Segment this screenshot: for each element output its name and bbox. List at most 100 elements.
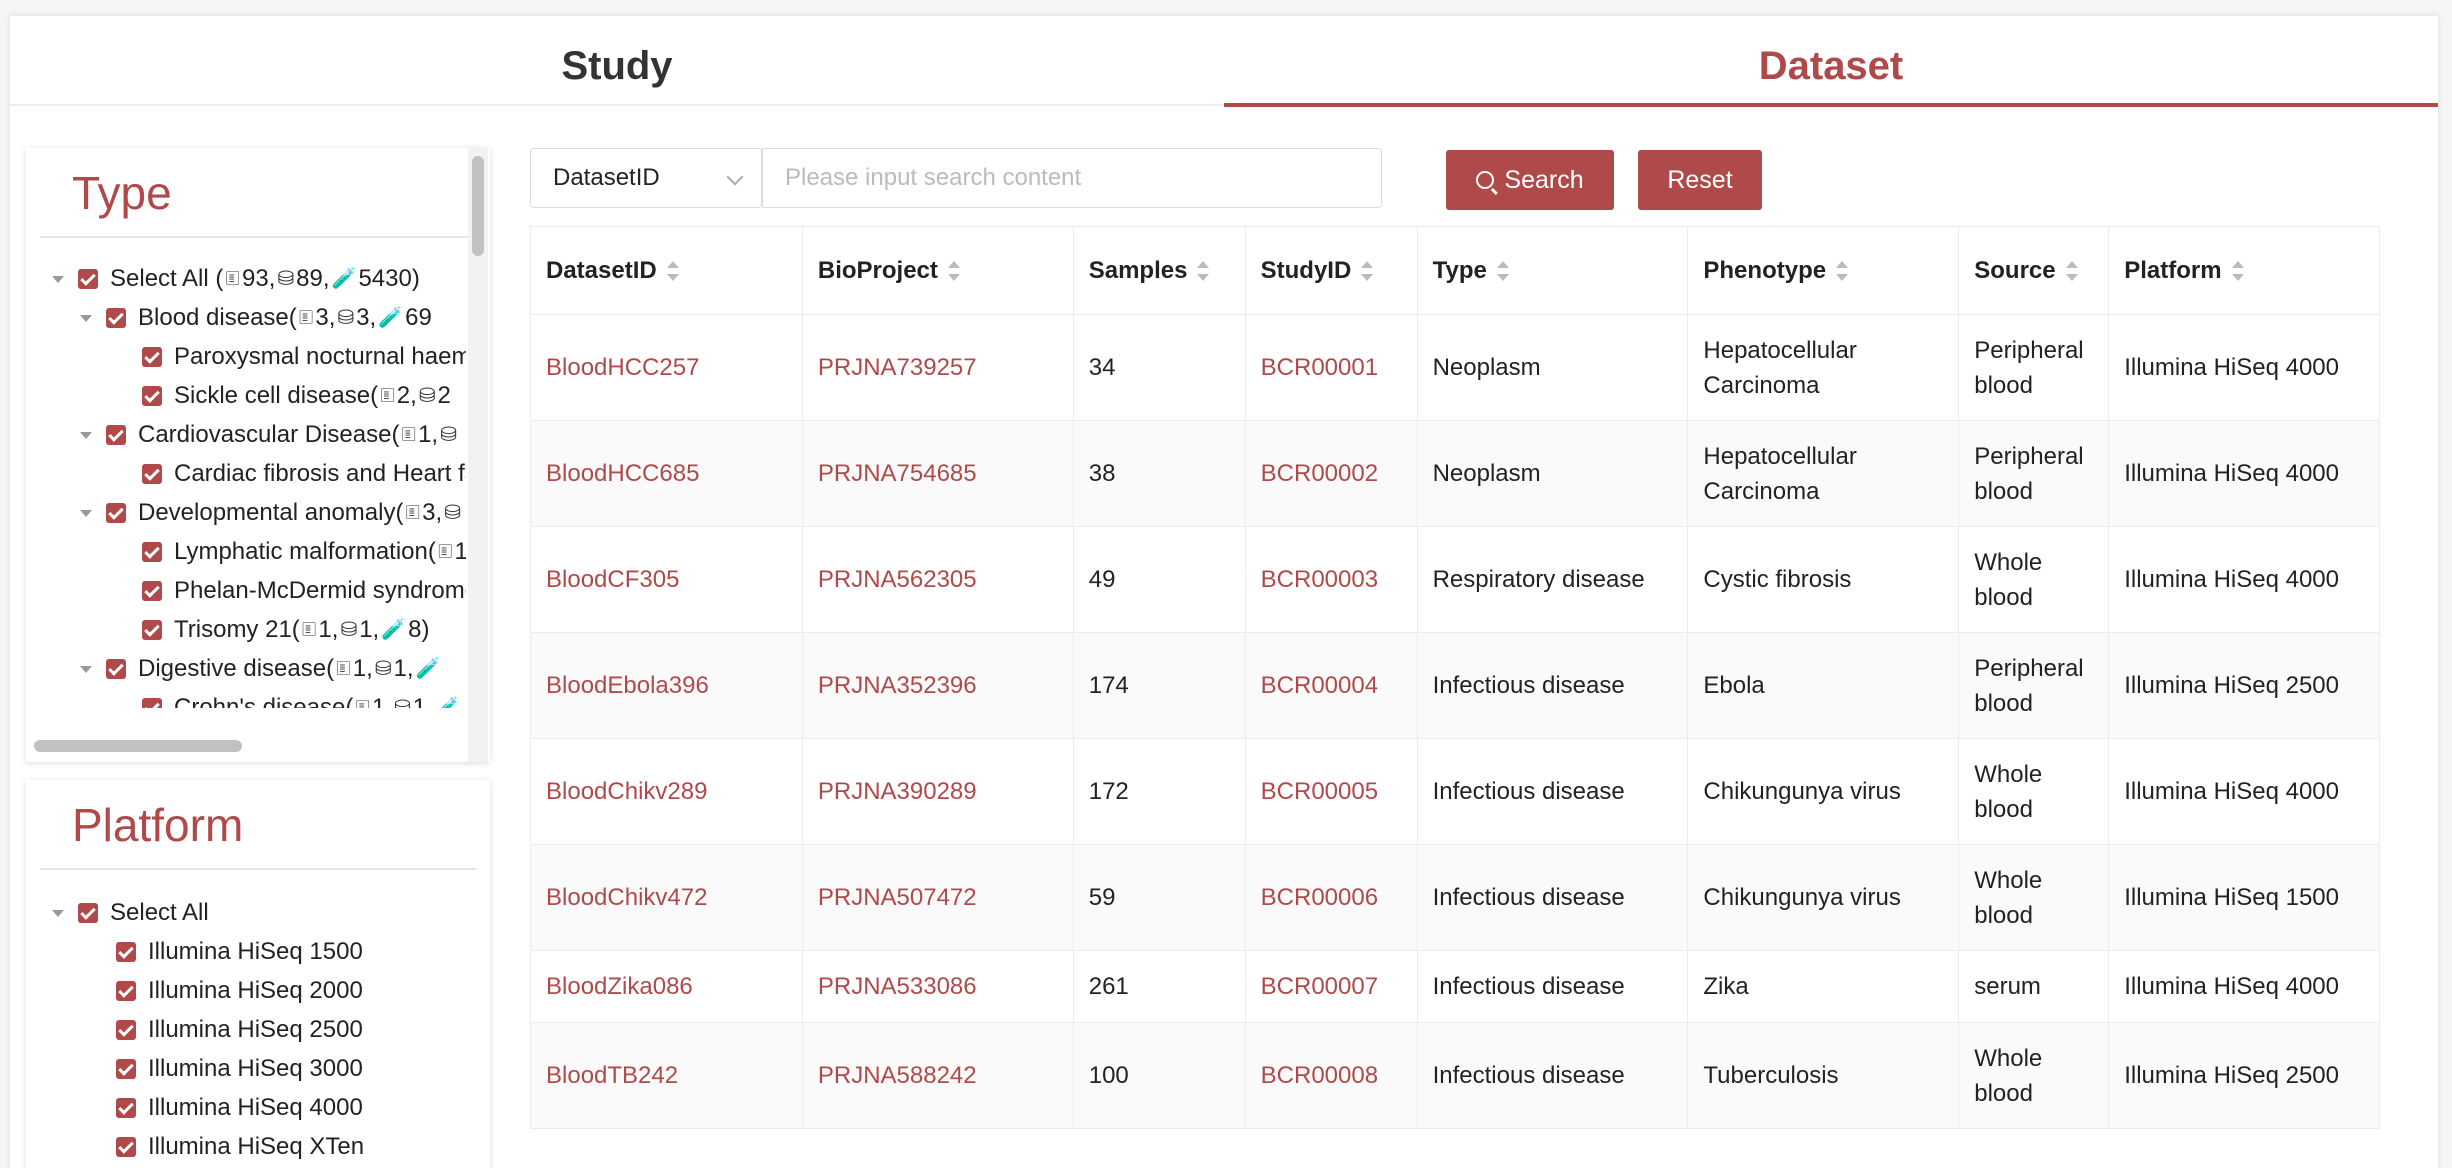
caret-down-icon[interactable]	[80, 665, 92, 673]
tree-node-crohns[interactable]: Crohn's disease( 🗉 1, ⛁ 1, 🧪	[142, 690, 462, 708]
sort-icon[interactable]	[1496, 260, 1509, 282]
checkbox[interactable]	[106, 425, 126, 445]
bioproject-link[interactable]: PRJNA562305	[818, 566, 977, 593]
caret-down-icon[interactable]	[80, 509, 92, 517]
tab-dataset[interactable]: Dataset	[1224, 16, 2438, 107]
column-header-studyid[interactable]: StudyID	[1244, 226, 1418, 315]
study-id-link[interactable]: BCR00002	[1261, 460, 1378, 487]
tree-node-sickle-cell[interactable]: Sickle cell disease( 🗉 2, ⛁ 2	[142, 378, 451, 414]
tree-node-digestive[interactable]: Digestive disease( 🗉 1, ⛁ 1, 🧪	[80, 651, 442, 687]
sort-icon[interactable]	[1361, 260, 1374, 282]
checkbox[interactable]	[116, 981, 136, 1001]
bioproject-link[interactable]: PRJNA352396	[818, 672, 977, 699]
caret-down-icon[interactable]	[52, 909, 64, 917]
phenotype-text: Cystic fibrosis	[1703, 566, 1852, 593]
column-header-bioproject[interactable]: BioProject	[801, 226, 1074, 315]
caret-down-icon[interactable]	[80, 431, 92, 439]
source-text: blood	[1974, 1079, 2033, 1107]
study-id-link[interactable]: BCR00003	[1261, 566, 1378, 593]
platform-item[interactable]: Illumina HiSeq 2000	[116, 973, 363, 1009]
checkbox[interactable]	[106, 308, 126, 328]
sort-icon[interactable]	[666, 260, 679, 282]
samples-cell: 174	[1088, 672, 1129, 699]
tree-node-blood-disease[interactable]: Blood disease( 🗉 3, ⛁ 3, 🧪 69	[80, 300, 432, 336]
vertical-scrollbar[interactable]	[472, 156, 484, 256]
study-id-link[interactable]: BCR00005	[1261, 778, 1378, 805]
column-header-phenotype[interactable]: Phenotype	[1687, 226, 1960, 315]
search-input[interactable]	[762, 148, 1382, 208]
bioproject-link[interactable]: PRJNA588242	[818, 1062, 977, 1089]
search-button[interactable]: Search	[1446, 150, 1614, 210]
tree-node-lymphatic[interactable]: Lymphatic malformation( 🗉 1	[142, 534, 466, 570]
dataset-id-link[interactable]: BloodTB242	[546, 1062, 678, 1089]
tree-node-select-all[interactable]: Select All	[52, 895, 209, 931]
dataset-id-link[interactable]: BloodChikv472	[546, 884, 707, 911]
checkbox[interactable]	[116, 1059, 136, 1079]
caret-down-icon[interactable]	[80, 314, 92, 322]
checkbox[interactable]	[142, 620, 162, 640]
checkbox[interactable]	[142, 347, 162, 367]
search-field-select[interactable]: DatasetID	[530, 148, 762, 208]
dataset-id-link[interactable]: BloodChikv289	[546, 778, 707, 805]
column-header-platform[interactable]: Platform	[2108, 226, 2380, 315]
bioproject-link[interactable]: PRJNA754685	[818, 460, 977, 487]
checkbox[interactable]	[78, 269, 98, 289]
bioproject-link[interactable]: PRJNA507472	[818, 884, 977, 911]
bioproject-link[interactable]: PRJNA533086	[818, 973, 977, 1000]
column-header-source[interactable]: Source	[1958, 226, 2110, 315]
checkbox[interactable]	[78, 903, 98, 923]
column-header-type[interactable]: Type	[1416, 226, 1689, 315]
tree-node-pnh[interactable]: Paroxysmal nocturnal haemo	[142, 339, 466, 375]
checkbox[interactable]	[106, 659, 126, 679]
checkbox[interactable]	[142, 542, 162, 562]
checkbox[interactable]	[116, 942, 136, 962]
tree-node-phelan[interactable]: Phelan-McDermid syndrome	[142, 573, 466, 609]
study-id-link[interactable]: BCR00007	[1261, 973, 1378, 1000]
bioproject-cell: PRJNA588242	[801, 1022, 1074, 1129]
horizontal-scrollbar[interactable]	[34, 740, 242, 752]
dataset-id-link[interactable]: BloodCF305	[546, 566, 679, 593]
dataset-id-link[interactable]: BloodHCC685	[546, 460, 699, 487]
bioproject-link[interactable]: PRJNA390289	[818, 778, 977, 805]
platform-item[interactable]: Illumina HiSeq 4000	[116, 1090, 363, 1126]
checkbox[interactable]	[116, 1098, 136, 1118]
sort-icon[interactable]	[1197, 260, 1210, 282]
checkbox[interactable]	[106, 503, 126, 523]
sort-icon[interactable]	[2231, 260, 2244, 282]
platform-item[interactable]: Illumina HiSeq 1500	[116, 934, 363, 970]
study-id-link[interactable]: BCR00006	[1261, 884, 1378, 911]
tree-node-select-all[interactable]: Select All ( 🗉 93, ⛁ 89, 🧪 5430)	[52, 261, 420, 297]
checkbox[interactable]	[116, 1020, 136, 1040]
tree-node-cardiovascular[interactable]: Cardiovascular Disease( 🗉 1, ⛁	[80, 417, 459, 453]
sort-icon[interactable]	[1836, 260, 1849, 282]
tree-node-trisomy[interactable]: Trisomy 21( 🗉 1, ⛁ 1, 🧪 8)	[142, 612, 429, 648]
checkbox[interactable]	[116, 1137, 136, 1157]
column-header-datasetid[interactable]: DatasetID	[530, 226, 803, 315]
tree-node-cardiac-fibrosis[interactable]: Cardiac fibrosis and Heart fa	[142, 456, 466, 492]
platform-item[interactable]: Illumina HiSeq 2500	[116, 1012, 363, 1048]
column-header-samples[interactable]: Samples	[1072, 226, 1246, 315]
sort-icon[interactable]	[947, 260, 960, 282]
caret-down-icon[interactable]	[52, 275, 64, 283]
sort-icon[interactable]	[2065, 260, 2078, 282]
dataset-id-link[interactable]: BloodHCC257	[546, 354, 699, 381]
checkbox[interactable]	[142, 581, 162, 601]
platform-item[interactable]: Illumina HiSeq 3000	[116, 1051, 363, 1087]
platform-item[interactable]: Illumina HiSeq XTen	[116, 1129, 364, 1165]
source-cell: Peripheral blood	[1958, 632, 2110, 739]
reset-button[interactable]: Reset	[1638, 150, 1762, 210]
dataset-id-link[interactable]: BloodZika086	[546, 973, 693, 1000]
study-icon: 🗉	[380, 385, 395, 407]
bioproject-link[interactable]: PRJNA739257	[818, 354, 977, 381]
tree-node-developmental[interactable]: Developmental anomaly( 🗉 3, ⛁	[80, 495, 463, 531]
dataset-id-link[interactable]: BloodEbola396	[546, 672, 709, 699]
study-id-link[interactable]: BCR00001	[1261, 354, 1378, 381]
checkbox[interactable]	[142, 386, 162, 406]
checkbox[interactable]	[142, 464, 162, 484]
phenotype-text: Carcinoma	[1703, 371, 1820, 399]
tab-study[interactable]: Study	[10, 16, 1224, 106]
study-id-link[interactable]: BCR00004	[1261, 672, 1378, 699]
samples-cell: 38	[1088, 460, 1116, 487]
study-id-link[interactable]: BCR00008	[1261, 1062, 1378, 1089]
checkbox[interactable]	[142, 698, 162, 708]
